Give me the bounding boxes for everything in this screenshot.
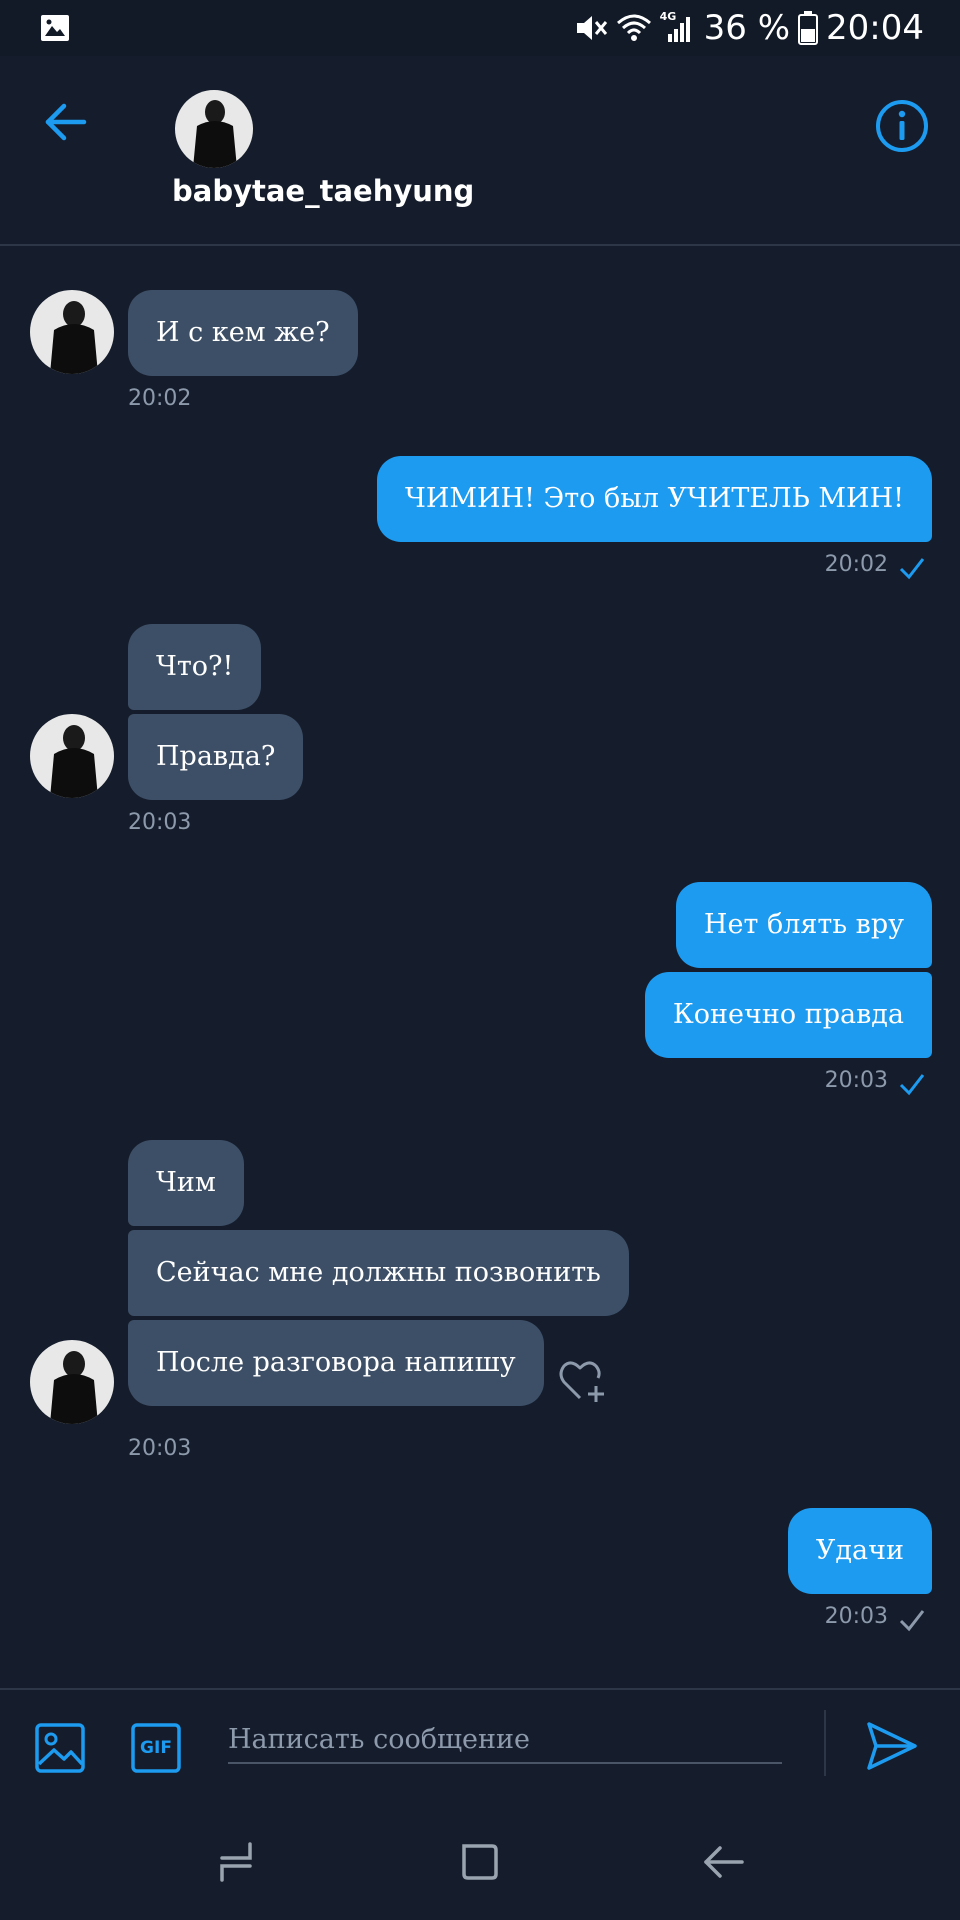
recent-apps-icon[interactable] — [214, 1840, 258, 1884]
outgoing-message[interactable]: Удачи — [787, 1508, 932, 1594]
status-time: 20:04 — [826, 8, 924, 48]
composer-divider — [824, 1710, 826, 1776]
message-timestamp: 20:02 — [824, 552, 888, 577]
status-bar: 4G 36 % 20:04 — [0, 0, 960, 56]
system-navigation-bar — [0, 1806, 960, 1920]
read-check-icon — [899, 1074, 925, 1096]
message-input[interactable] — [228, 1716, 782, 1764]
cellular-signal-icon: 4G — [660, 10, 696, 44]
message-timestamp: 20:03 — [824, 1068, 888, 1093]
send-icon[interactable] — [866, 1720, 918, 1772]
home-icon[interactable] — [458, 1840, 502, 1884]
incoming-message[interactable]: После разговора напишу — [128, 1320, 544, 1406]
sender-avatar[interactable] — [30, 290, 114, 374]
gif-label: GIF — [140, 1738, 172, 1758]
message-timestamp: 20:02 — [128, 386, 192, 411]
incoming-message[interactable]: Что?! — [128, 624, 262, 710]
image-attach-icon[interactable] — [34, 1722, 86, 1774]
message-list[interactable]: И с кем же? 20:02 ЧИМИН! Это был УЧИТЕЛЬ… — [0, 246, 960, 1686]
outgoing-message[interactable]: Нет блять вру — [675, 882, 932, 968]
nav-back-icon[interactable] — [702, 1840, 746, 1884]
incoming-message[interactable]: Чим — [128, 1140, 244, 1226]
message-composer: GIF — [0, 1688, 960, 1808]
read-check-icon — [899, 558, 925, 580]
incoming-message[interactable]: И с кем же? — [128, 290, 358, 376]
conversation-username[interactable]: babytae_taehyung — [172, 174, 474, 208]
wifi-icon — [616, 14, 651, 41]
battery-percent: 36 % — [703, 8, 791, 48]
conversation-header: babytae_taehyung — [0, 56, 960, 246]
outgoing-message[interactable]: ЧИМИН! Это был УЧИТЕЛЬ МИН! — [376, 456, 932, 542]
incoming-message[interactable]: Правда? — [128, 714, 304, 800]
info-icon[interactable] — [874, 98, 930, 154]
heart-plus-icon[interactable] — [556, 1354, 610, 1408]
sender-avatar[interactable] — [30, 714, 114, 798]
message-timestamp: 20:03 — [128, 1436, 192, 1461]
sent-check-icon — [899, 1610, 925, 1632]
sender-avatar[interactable] — [30, 1340, 114, 1424]
message-timestamp: 20:03 — [128, 810, 192, 835]
gif-button[interactable]: GIF — [130, 1722, 182, 1774]
mute-icon — [576, 16, 607, 40]
message-timestamp: 20:03 — [824, 1604, 888, 1629]
battery-icon — [798, 11, 819, 45]
outgoing-message[interactable]: Конечно правда — [644, 972, 932, 1058]
gallery-notification-icon — [41, 15, 69, 41]
incoming-message[interactable]: Сейчас мне должны позвонить — [128, 1230, 629, 1316]
header-avatar[interactable] — [175, 90, 253, 168]
back-arrow-icon[interactable] — [42, 98, 90, 146]
